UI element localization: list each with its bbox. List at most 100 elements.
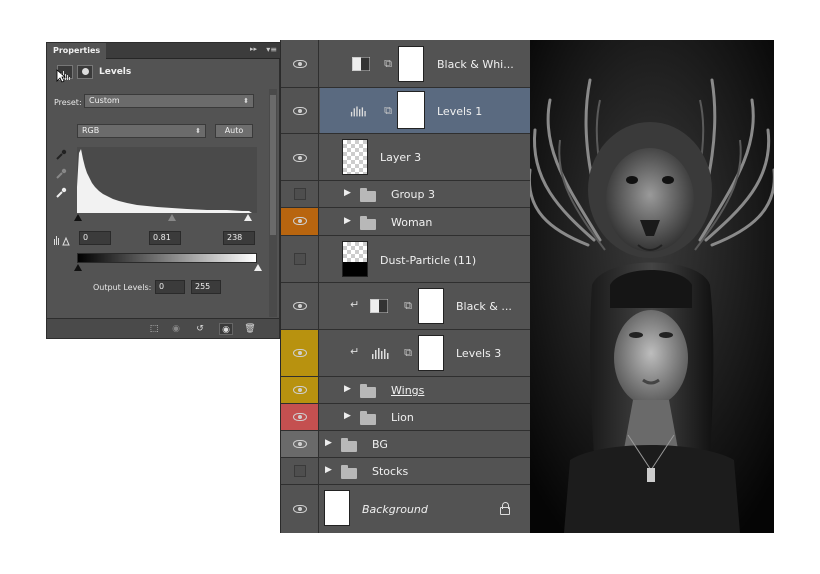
input-white-slider[interactable] — [244, 214, 252, 221]
eye-icon[interactable] — [293, 505, 307, 513]
visibility-cell[interactable] — [281, 236, 319, 282]
input-white-field[interactable]: 238 — [223, 231, 255, 245]
layer-row[interactable]: ▶ Lion — [281, 404, 531, 431]
layer-mask-thumbnail[interactable] — [398, 46, 424, 82]
channel-select[interactable]: RGB ⬍ — [77, 124, 206, 138]
layer-thumbnail[interactable] — [324, 490, 350, 526]
layer-row[interactable]: Layer 3 — [281, 134, 531, 181]
layer-body[interactable]: ▶ Wings — [320, 377, 531, 403]
output-white-field[interactable]: 255 — [191, 280, 221, 294]
visibility-cell[interactable] — [281, 134, 319, 180]
eye-icon[interactable] — [293, 107, 307, 115]
clip-warning-icon[interactable] — [53, 234, 71, 246]
panel-menu-icon[interactable]: ▾≡ — [266, 45, 277, 54]
black-point-eyedropper-icon[interactable] — [55, 149, 67, 161]
visibility-cell[interactable] — [281, 377, 319, 403]
link-chain-icon[interactable]: ⧉ — [384, 104, 392, 118]
eye-icon[interactable] — [293, 302, 307, 310]
visibility-cell[interactable] — [281, 181, 319, 207]
output-black-slider[interactable] — [74, 264, 82, 271]
layer-body[interactable]: ↵ ⧉ Levels 3 — [320, 330, 531, 376]
visibility-cell[interactable] — [281, 404, 319, 430]
reset-icon[interactable]: ↺ — [193, 323, 207, 335]
visibility-cell[interactable] — [281, 458, 319, 484]
eye-icon[interactable] — [293, 154, 307, 162]
visibility-cell[interactable] — [281, 431, 319, 457]
eye-icon[interactable] — [293, 440, 307, 448]
layer-mask-thumbnail[interactable] — [418, 288, 444, 324]
expand-arrow-icon[interactable]: ▶ — [325, 465, 332, 475]
layer-body[interactable]: ▶ Lion — [320, 404, 531, 430]
layer-body[interactable]: ▶ BG — [319, 431, 531, 457]
visibility-cell[interactable] — [281, 283, 319, 329]
layer-body[interactable]: ▶ Woman — [320, 208, 531, 235]
toggle-visibility-icon[interactable]: ◉ — [219, 323, 233, 335]
layer-row[interactable]: ▶ Wings — [281, 377, 531, 404]
layer-mask-icon[interactable] — [77, 65, 93, 79]
layer-row[interactable]: ↵ ⧉ Black & ... — [281, 283, 531, 330]
layer-thumbnail[interactable] — [342, 139, 368, 175]
eye-icon[interactable] — [293, 349, 307, 357]
layer-name: Stocks — [372, 465, 409, 478]
layer-row[interactable]: ↵ ⧉ Levels 3 — [281, 330, 531, 377]
eye-icon[interactable] — [293, 413, 307, 421]
layer-body[interactable]: ↵ ⧉ Black & ... — [320, 283, 531, 329]
layer-body[interactable]: Dust-Particle (11) — [320, 236, 531, 282]
layer-row[interactable]: ⧉ Black & Whi... — [281, 40, 531, 88]
eye-icon[interactable] — [293, 217, 307, 225]
layer-mask-thumbnail[interactable] — [418, 335, 444, 371]
eye-icon[interactable] — [294, 253, 306, 265]
preset-select[interactable]: Custom ⬍ — [84, 94, 254, 108]
scrollbar-thumb[interactable] — [270, 95, 276, 235]
expand-arrow-icon[interactable]: ▶ — [344, 411, 351, 421]
input-gamma-slider[interactable] — [168, 214, 176, 221]
eye-icon[interactable] — [294, 188, 306, 200]
layer-body[interactable]: ⧉ Black & Whi... — [320, 40, 531, 87]
white-point-eyedropper-icon[interactable] — [55, 187, 67, 199]
eye-icon[interactable] — [294, 465, 306, 477]
output-black-field[interactable]: 0 — [155, 280, 185, 294]
layer-thumbnail[interactable] — [342, 241, 368, 277]
layer-row[interactable]: ▶ Group 3 — [281, 181, 531, 208]
layer-row[interactable]: Dust-Particle (11) — [281, 236, 531, 283]
visibility-cell[interactable] — [281, 88, 319, 133]
visibility-cell[interactable] — [281, 485, 319, 533]
input-black-slider[interactable] — [74, 214, 82, 221]
layer-row[interactable]: ⧉ Levels 1 — [281, 88, 531, 134]
layer-row[interactable]: Background — [281, 485, 531, 533]
properties-tab[interactable]: Properties — [47, 43, 107, 59]
visibility-cell[interactable] — [281, 208, 319, 235]
layer-body[interactable]: Layer 3 — [320, 134, 531, 180]
expand-arrow-icon[interactable]: ▶ — [344, 188, 351, 198]
layer-row[interactable]: ▶ Stocks — [281, 458, 531, 485]
layer-row[interactable]: ▶ BG — [281, 431, 531, 458]
view-previous-state-icon[interactable]: ◉ — [169, 323, 183, 335]
input-black-field[interactable]: 0 — [79, 231, 111, 245]
link-chain-icon[interactable]: ⧉ — [404, 299, 412, 313]
eye-icon[interactable] — [293, 60, 307, 68]
link-chain-icon[interactable]: ⧉ — [384, 57, 392, 71]
properties-scrollbar[interactable] — [269, 89, 277, 317]
auto-button[interactable]: Auto — [215, 124, 253, 138]
clip-to-layer-icon[interactable]: ⬚ — [147, 323, 161, 335]
visibility-cell[interactable] — [281, 40, 319, 87]
layer-body[interactable]: ▶ Stocks — [319, 458, 531, 484]
visibility-cell[interactable] — [281, 330, 319, 376]
output-white-slider[interactable] — [254, 264, 262, 271]
delete-icon[interactable]: 🗑 — [243, 323, 257, 335]
eye-icon[interactable] — [293, 386, 307, 394]
layer-mask-thumbnail[interactable] — [398, 92, 424, 128]
layer-body[interactable]: Background — [320, 485, 531, 533]
gray-point-eyedropper-icon[interactable] — [55, 168, 67, 180]
collapse-panel-icon[interactable]: ▸▸ — [250, 45, 257, 53]
expand-arrow-icon[interactable]: ▶ — [325, 438, 332, 448]
layer-body[interactable]: ▶ Group 3 — [320, 181, 531, 207]
levels-histogram — [77, 147, 257, 213]
layer-name: Black & Whi... — [437, 58, 514, 71]
layer-body[interactable]: ⧉ Levels 1 — [320, 88, 531, 133]
expand-arrow-icon[interactable]: ▶ — [344, 216, 351, 226]
expand-arrow-icon[interactable]: ▶ — [344, 384, 351, 394]
link-chain-icon[interactable]: ⧉ — [404, 346, 412, 360]
layer-row[interactable]: ▶ Woman — [281, 208, 531, 236]
input-gamma-field[interactable]: 0.81 — [149, 231, 181, 245]
